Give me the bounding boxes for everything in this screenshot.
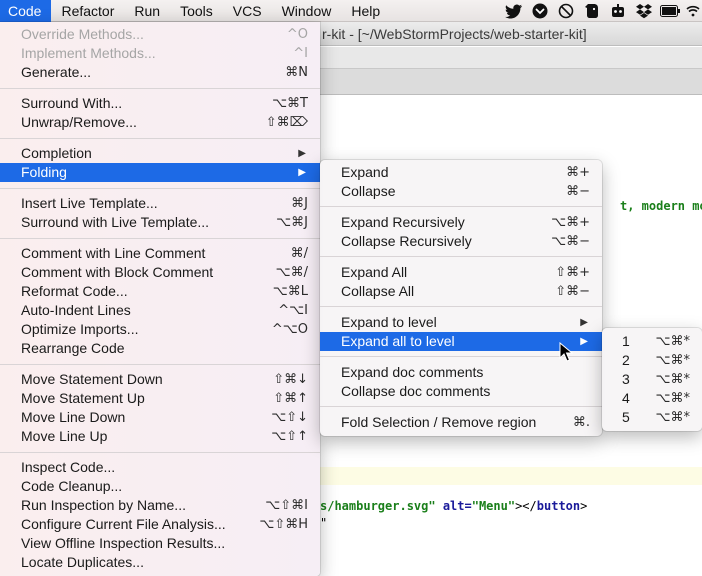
code-line: t, modern mobi: [620, 199, 702, 213]
submenu-arrow-icon: ▶: [298, 148, 306, 159]
ide-toolbar: [320, 47, 702, 69]
menu-item-expand-to-level[interactable]: Expand to level ▶: [320, 313, 602, 332]
menu-separator: [0, 452, 320, 453]
menu-item-collapse-recursively[interactable]: Collapse Recursively ⌥⌘−: [320, 232, 602, 251]
code-line: ": [320, 516, 328, 530]
mouse-pointer-icon: [559, 342, 573, 362]
menu-separator: [320, 256, 602, 257]
menu-item-comment-block[interactable]: Comment with Block Comment ⌥⌘/: [0, 263, 320, 282]
menu-bar: Code Refactor Run Tools VCS Window Help: [0, 0, 702, 22]
current-line-highlight: [320, 467, 702, 485]
menu-separator: [320, 406, 602, 407]
menu-item-optimize-imports[interactable]: Optimize Imports... ^⌥O: [0, 320, 320, 339]
menu-item-expand-doc-comments[interactable]: Expand doc comments: [320, 363, 602, 382]
wifi-icon[interactable]: [686, 2, 700, 20]
menu-item-expand-recursively[interactable]: Expand Recursively ⌥⌘+: [320, 213, 602, 232]
menu-item-level-2[interactable]: 2 ⌥⌘*: [602, 351, 702, 370]
menu-item-fold-selection[interactable]: Fold Selection / Remove region ⌘.: [320, 413, 602, 432]
menu-separator: [320, 206, 602, 207]
menubar-refactor[interactable]: Refactor: [51, 0, 124, 22]
menu-item-move-statement-up[interactable]: Move Statement Up ⇧⌘↑: [0, 389, 320, 408]
menu-item-collapse-doc-comments[interactable]: Collapse doc comments: [320, 382, 602, 401]
dropbox-icon[interactable]: [634, 2, 654, 20]
battery-icon[interactable]: [660, 2, 680, 20]
menu-item-expand-all[interactable]: Expand All ⇧⌘+: [320, 263, 602, 282]
menu-item-insert-live-template[interactable]: Insert Live Template... ⌘J: [0, 194, 320, 213]
menu-item-generate[interactable]: Generate... ⌘N: [0, 63, 320, 82]
menu-item-level-1[interactable]: 1 ⌥⌘*: [602, 332, 702, 351]
menu-item-auto-indent[interactable]: Auto-Indent Lines ^⌥I: [0, 301, 320, 320]
code-line: s/hamburger.svg" alt="Menu"></button>: [320, 499, 588, 513]
menu-item-move-statement-down[interactable]: Move Statement Down ⇧⌘↓: [0, 370, 320, 389]
menu-separator: [0, 138, 320, 139]
menu-item-surround-with[interactable]: Surround With... ⌥⌘T: [0, 94, 320, 113]
menu-item-collapse[interactable]: Collapse ⌘−: [320, 182, 602, 201]
menubar-run[interactable]: Run: [124, 0, 170, 22]
menu-item-implement-methods: Implement Methods... ^I: [21, 45, 308, 61]
menu-item-folding[interactable]: Folding ▶: [0, 163, 320, 182]
menu-item-move-line-down[interactable]: Move Line Down ⌥⇧↓: [0, 408, 320, 427]
twitter-icon[interactable]: [504, 2, 524, 20]
menubar-code[interactable]: Code: [0, 0, 52, 22]
menubar-vcs[interactable]: VCS: [223, 0, 272, 22]
no-entry-icon[interactable]: [556, 2, 576, 20]
pocket-icon[interactable]: [530, 2, 550, 20]
level-submenu: 1 ⌥⌘* 2 ⌥⌘* 3 ⌥⌘* 4 ⌥⌘* 5 ⌥⌘*: [602, 328, 702, 431]
menu-item-level-4[interactable]: 4 ⌥⌘*: [602, 389, 702, 408]
menu-item-view-offline-inspection[interactable]: View Offline Inspection Results...: [0, 534, 320, 553]
menu-separator: [0, 88, 320, 89]
menu-item-level-3[interactable]: 3 ⌥⌘*: [602, 370, 702, 389]
menu-item-override-methods: Override Methods... ^O: [21, 26, 308, 42]
status-icons: [504, 0, 702, 22]
editor-tabs: [320, 69, 702, 95]
folding-submenu: Expand ⌘+ Collapse ⌘− Expand Recursively ⌥⌘…: [320, 160, 602, 436]
submenu-arrow-icon: ▶: [580, 317, 588, 328]
menu-item-surround-live-template[interactable]: Surround with Live Template... ⌥⌘J: [0, 213, 320, 232]
code-menu: Override Methods... ^O Implement Methods.…: [0, 22, 320, 576]
submenu-arrow-icon: ▶: [580, 336, 588, 347]
menu-separator: [320, 306, 602, 307]
menubar-help[interactable]: Help: [341, 0, 390, 22]
menu-item-locate-duplicates[interactable]: Locate Duplicates...: [0, 553, 320, 572]
menu-item-level-5[interactable]: 5 ⌥⌘*: [602, 408, 702, 427]
menu-item-rearrange-code[interactable]: Rearrange Code: [0, 339, 320, 358]
window-title: r-kit - [~/WebStormProjects/web-starter-…: [320, 22, 702, 46]
menu-item-collapse-all[interactable]: Collapse All ⇧⌘−: [320, 282, 602, 301]
menu-separator: [0, 238, 320, 239]
bot-icon[interactable]: [608, 2, 628, 20]
menu-item-unwrap-remove[interactable]: Unwrap/Remove... ⇧⌘⌦: [0, 113, 320, 132]
menu-separator: [0, 188, 320, 189]
menu-item-comment-line[interactable]: Comment with Line Comment ⌘/: [0, 244, 320, 263]
submenu-arrow-icon: ▶: [298, 167, 306, 178]
menu-item-configure-analysis[interactable]: Configure Current File Analysis... ⌥⇧⌘H: [0, 515, 320, 534]
menu-item-reformat-code[interactable]: Reformat Code... ⌥⌘L: [0, 282, 320, 301]
menu-item-code-cleanup[interactable]: Code Cleanup...: [0, 477, 320, 496]
evernote-icon[interactable]: [582, 2, 602, 20]
menu-item-inspect-code[interactable]: Inspect Code...: [0, 458, 320, 477]
menu-item-move-line-up[interactable]: Move Line Up ⌥⇧↑: [0, 427, 320, 446]
menu-item-run-inspection[interactable]: Run Inspection by Name... ⌥⇧⌘I: [0, 496, 320, 515]
menu-item-completion[interactable]: Completion ▶: [0, 144, 320, 163]
menu-separator: [0, 364, 320, 365]
menu-item-expand[interactable]: Expand ⌘+: [320, 163, 602, 182]
menubar-window[interactable]: Window: [272, 0, 342, 22]
menubar-tools[interactable]: Tools: [170, 0, 223, 22]
